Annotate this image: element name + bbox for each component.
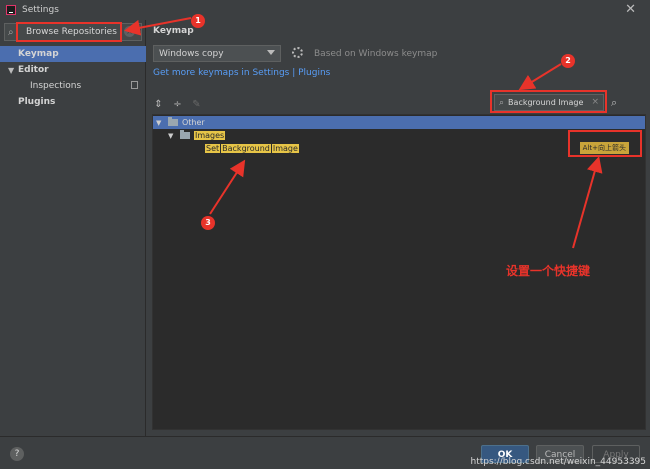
- annotation-box-filter: [490, 90, 607, 113]
- expand-arrow-icon[interactable]: ▼: [168, 132, 176, 140]
- annotation-caption: 设置一个快捷键: [506, 264, 591, 278]
- collapse-all-icon[interactable]: ÷: [172, 99, 183, 110]
- sidebar-item-label: Keymap: [18, 49, 59, 59]
- keymap-dropdown[interactable]: Windows copy: [153, 45, 281, 62]
- clear-search-icon[interactable]: ×: [124, 26, 135, 37]
- expand-arrow-icon[interactable]: ▼: [156, 119, 164, 127]
- annotation-number-3: 3: [201, 216, 215, 230]
- dialog-button-bar: ? OK Cancel Apply https://blog.csdn.net/…: [0, 436, 650, 469]
- sidebar-item-inspections[interactable]: Inspections: [0, 78, 146, 94]
- based-on-text: Based on Windows keymap: [314, 49, 438, 59]
- expand-arrow-icon[interactable]: ▼: [8, 66, 18, 75]
- action-word: Image: [271, 144, 299, 153]
- close-icon[interactable]: ✕: [625, 2, 636, 17]
- sidebar-item-editor[interactable]: ▼ Editor: [0, 62, 146, 78]
- chevron-down-icon: [267, 50, 275, 55]
- folder-icon: [168, 117, 178, 126]
- folder-icon: [180, 130, 190, 139]
- annotation-box-search: [16, 22, 122, 42]
- annotation-box-shortcut: [568, 130, 642, 157]
- find-by-shortcut-icon[interactable]: ⌕: [611, 96, 624, 109]
- keymap-dropdown-value: Windows copy: [159, 48, 224, 59]
- action-word: Set: [205, 144, 221, 153]
- action-word: Background: [221, 144, 271, 153]
- expand-all-icon[interactable]: ⇕: [153, 99, 164, 110]
- get-more-keymaps-link[interactable]: Get more keymaps in Settings | Plugins: [153, 68, 330, 78]
- tree-toolbar: ⇕ ÷ ✎: [153, 96, 202, 112]
- window-title: Settings: [22, 5, 59, 15]
- watermark: https://blog.csdn.net/weixin_44953395: [470, 457, 646, 467]
- sidebar-item-label: Plugins: [18, 97, 56, 107]
- tree-node-label: Images: [194, 131, 226, 140]
- page-title: Keymap: [153, 26, 194, 36]
- annotation-number-2: 2: [561, 54, 575, 68]
- sidebar-item-plugins[interactable]: Plugins: [0, 94, 146, 110]
- settings-tree: Keymap ▼ Editor Inspections Plugins: [0, 46, 146, 110]
- keymap-panel: Keymap Windows copy Based on Windows key…: [147, 20, 650, 436]
- settings-sidebar: ⌕ Browse Repositories × Keymap ▼ Editor …: [0, 20, 146, 436]
- sidebar-item-label: Inspections: [30, 81, 82, 91]
- annotation-number-1: 1: [191, 14, 205, 28]
- title-bar: Settings ✕: [0, 0, 650, 20]
- gear-icon[interactable]: [292, 47, 303, 58]
- tree-node-label: Other: [182, 118, 205, 127]
- intellij-app-icon: [6, 5, 16, 15]
- sidebar-item-label: Editor: [18, 65, 49, 75]
- tree-node-other[interactable]: ▼ Other: [153, 116, 645, 129]
- project-scope-icon: [131, 81, 138, 89]
- sidebar-item-keymap[interactable]: Keymap: [0, 46, 146, 62]
- help-button[interactable]: ?: [10, 447, 24, 461]
- edit-icon[interactable]: ✎: [191, 99, 202, 110]
